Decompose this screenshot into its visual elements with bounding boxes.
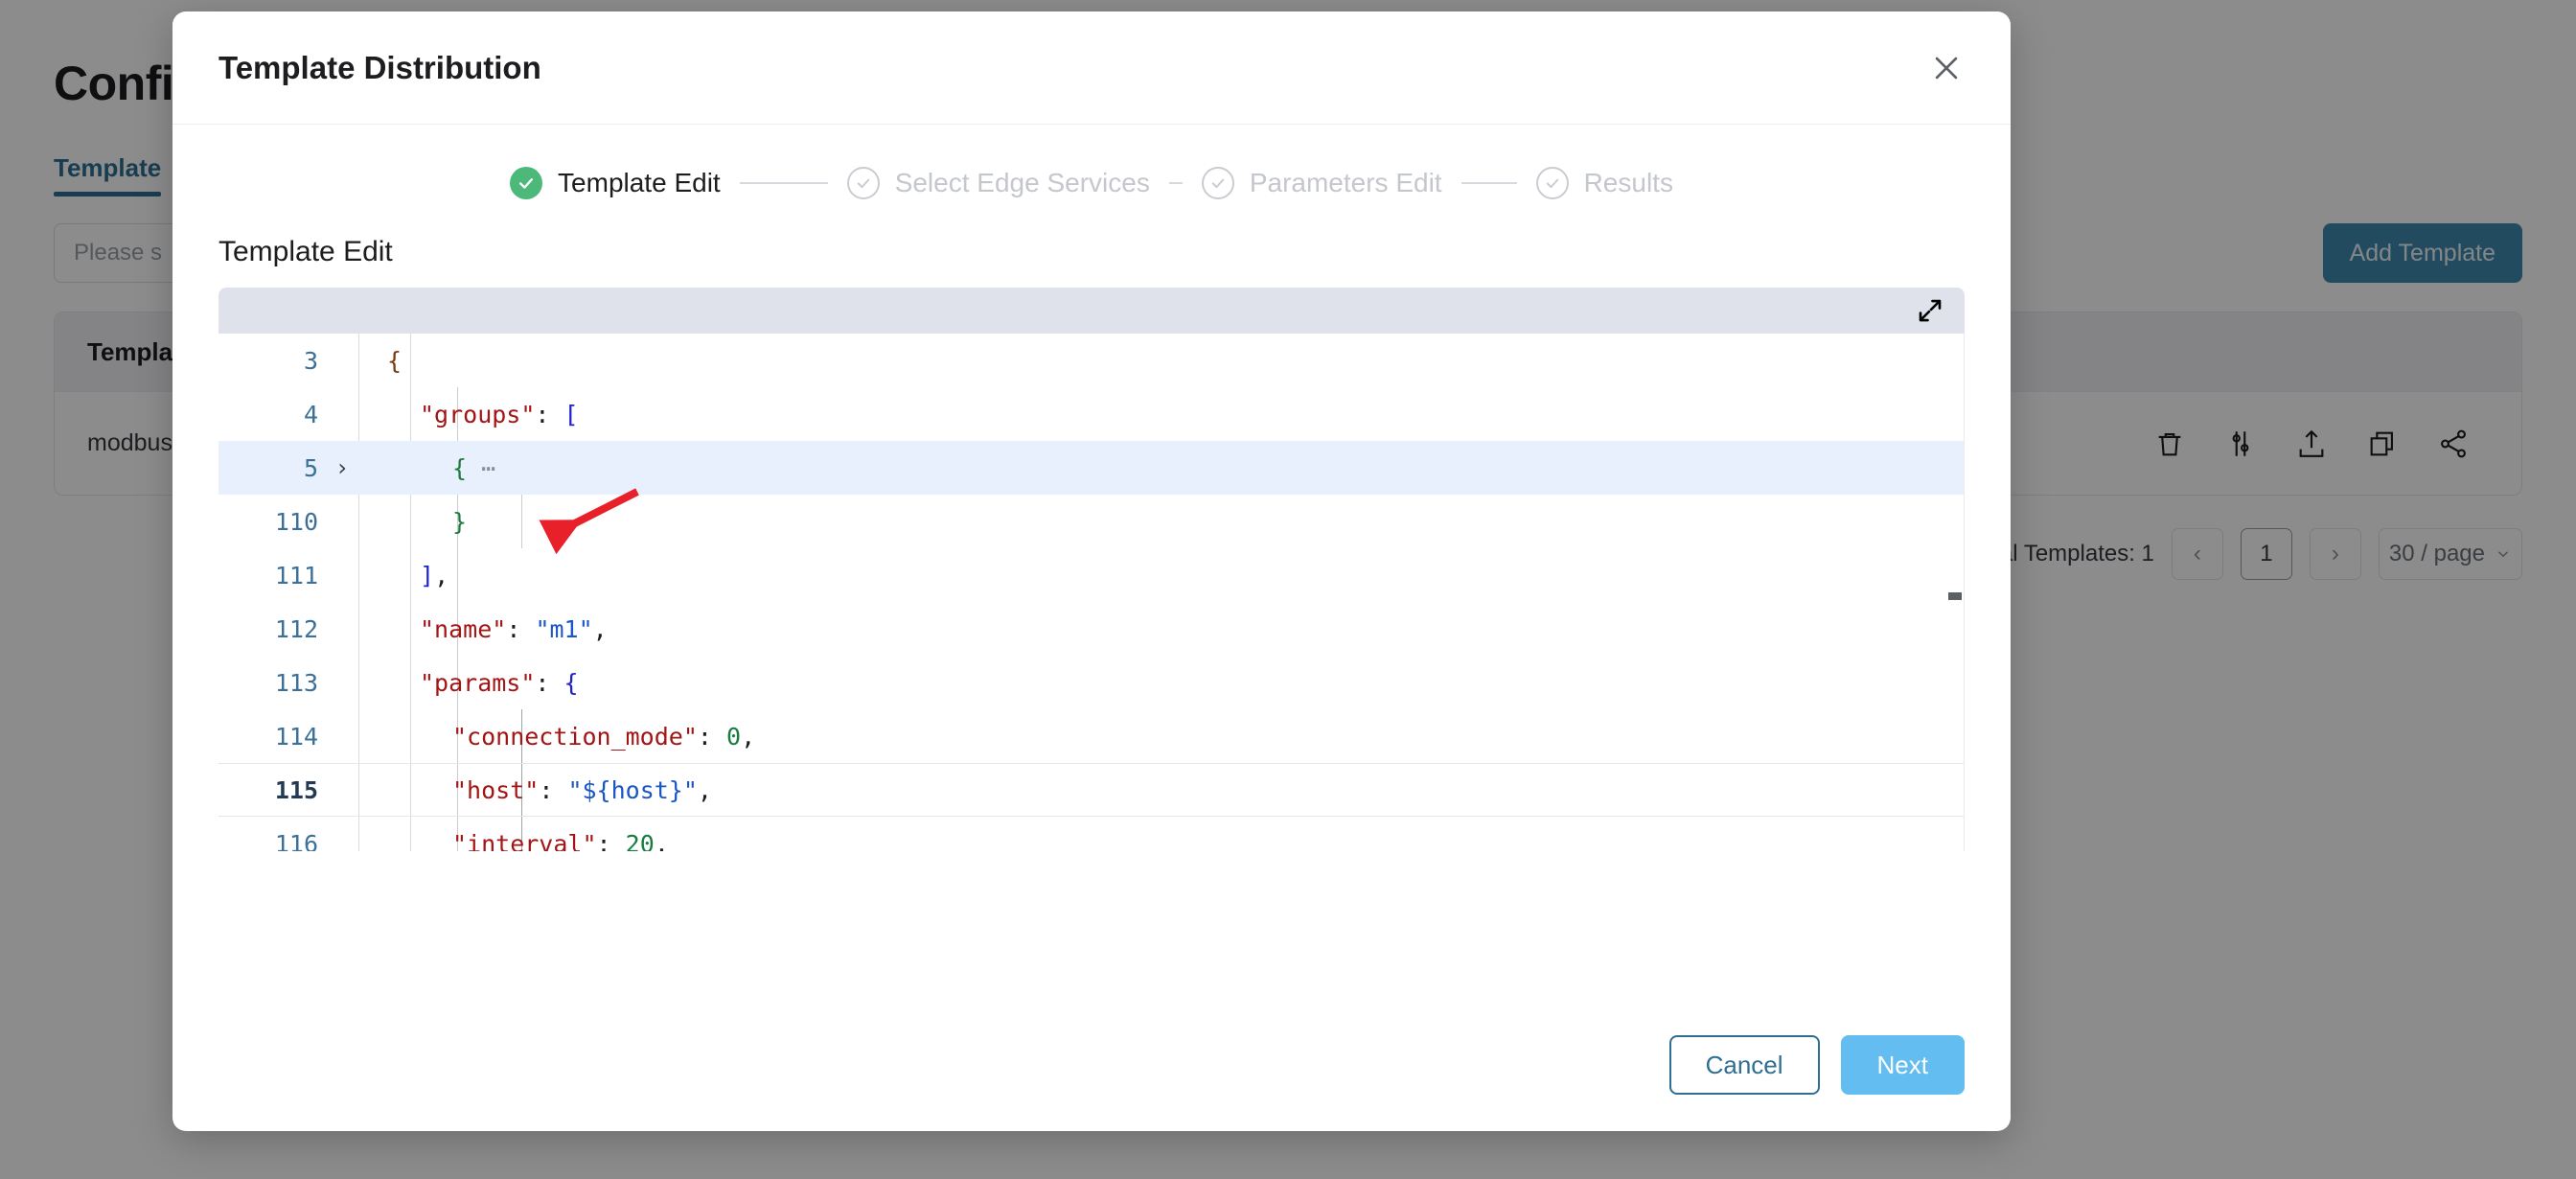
json-code-editor[interactable]: 3{4"groups": [5›{ ⋯110}111],112"name": "… [218,288,1965,851]
step-parameters-edit[interactable]: Parameters Edit [1202,167,1442,199]
editor-toolbar [218,288,1965,334]
code-text: ], [358,562,448,590]
code-line[interactable]: 110} [218,495,1964,548]
section-title: Template Edit [218,236,1965,268]
line-number: 3 [218,347,326,375]
check-circle-outline-icon [1536,167,1569,199]
line-number: 111 [218,562,326,590]
line-number: 114 [218,723,326,751]
code-line[interactable]: 114 "connection_mode": 0, [218,709,1964,763]
code-line[interactable]: 116 "interval": 20, [218,817,1964,851]
code-line[interactable]: 4 "groups": [ [218,387,1964,441]
dialog-footer: Cancel Next [172,1035,2011,1131]
check-circle-outline-icon [847,167,880,199]
code-line[interactable]: 112 "name": "m1", [218,602,1964,656]
line-number: 115 [218,776,326,804]
step-template-edit[interactable]: Template Edit [510,167,721,199]
step-label: Template Edit [558,168,721,198]
line-number: 4 [218,401,326,428]
editor-surface[interactable]: 3{4"groups": [5›{ ⋯110}111],112"name": "… [218,334,1965,851]
line-number: 112 [218,615,326,643]
code-text: "name": "m1", [358,615,608,643]
line-number: 113 [218,669,326,697]
cancel-button[interactable]: Cancel [1669,1035,1820,1095]
line-number: 110 [218,508,326,536]
step-label: Parameters Edit [1250,168,1442,198]
code-line[interactable]: 113 "params": { [218,656,1964,709]
screen-root: Config Template Please s Add Template Te… [0,0,2576,1179]
step-connector [1461,182,1517,184]
next-button[interactable]: Next [1841,1035,1965,1095]
step-label: Select Edge Services [895,168,1150,198]
code-line[interactable]: 115 "host": "${host}", [218,763,1964,817]
step-select-edge-services[interactable]: Select Edge Services [847,167,1150,199]
code-lines: 3{4"groups": [5›{ ⋯110}111],112"name": "… [218,334,1964,851]
code-line[interactable]: 3{ [218,334,1964,387]
code-line[interactable]: 111], [218,548,1964,602]
dialog-body: Template Edit Select Edge Services Param… [172,125,2011,1035]
fold-chevron-icon[interactable]: › [326,454,358,481]
code-text: { ⋯ [358,454,495,482]
step-results[interactable]: Results [1536,167,1673,199]
code-text: } [358,508,467,536]
code-text: "host": "${host}", [358,776,712,804]
close-icon[interactable] [1922,44,1970,92]
step-connector [1169,182,1183,184]
code-text: { [358,347,402,375]
dialog-header: Template Distribution [172,12,2011,125]
line-number: 116 [218,830,326,852]
code-text: "interval": 20, [358,830,669,852]
code-text: "connection_mode": 0, [358,723,755,751]
template-distribution-dialog: Template Distribution Template Edit [172,12,2011,1131]
line-number: 5 [218,454,326,482]
code-text: "groups": [ [358,401,579,428]
expand-arrows-icon[interactable] [1909,289,1951,332]
wizard-stepper: Template Edit Select Edge Services Param… [218,125,1965,224]
code-line[interactable]: 5›{ ⋯ [218,441,1964,495]
check-circle-outline-icon [1202,167,1234,199]
step-label: Results [1584,168,1673,198]
step-connector [740,182,828,184]
dialog-title: Template Distribution [218,50,541,86]
check-circle-filled-icon [510,167,542,199]
code-text: "params": { [358,669,579,697]
